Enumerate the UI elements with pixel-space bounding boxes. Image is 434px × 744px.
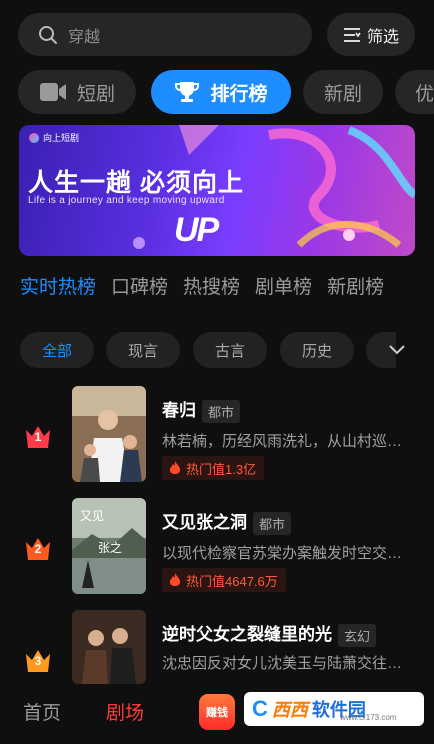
drama-description: 以现代检察官苏棠办案触发时空交… bbox=[162, 545, 403, 562]
svg-text:张之: 张之 bbox=[98, 541, 122, 555]
banner-headline: 人生一趟 必须向上 bbox=[28, 169, 244, 197]
chevron-down-icon[interactable] bbox=[382, 336, 412, 364]
rank-number: 1 bbox=[34, 430, 42, 444]
rank-tabs: 实时热榜 口碑榜 热搜榜 剧单榜 新剧榜 bbox=[20, 272, 399, 299]
watermark-c-icon: C bbox=[252, 696, 268, 721]
nav-earn-button[interactable]: 赚钱 bbox=[199, 694, 235, 730]
tab-playlist[interactable]: 剧单榜 bbox=[255, 272, 312, 299]
drama-title: 春归 都市 bbox=[162, 396, 241, 424]
poster-image bbox=[72, 386, 146, 482]
tab-hot-search[interactable]: 热搜榜 bbox=[183, 272, 240, 299]
category-ranking[interactable]: 排行榜 bbox=[151, 70, 291, 114]
category-more[interactable]: 优 bbox=[395, 70, 434, 114]
drama-description: 林若楠，历经风雨洗礼，从山村巡… bbox=[162, 433, 403, 450]
banner-logo: UP bbox=[174, 211, 219, 249]
category-new-drama[interactable]: 新剧 bbox=[303, 70, 383, 114]
drama-title: 逆时父女之裂缝里的光 玄幻 bbox=[162, 620, 377, 648]
chip-all[interactable]: 全部 bbox=[20, 332, 94, 368]
list-item[interactable]: 1 春归 都市 林若楠，历经风雨洗礼，从山村巡… 热门值1.3亿 bbox=[0, 386, 434, 486]
hot-value-badge: 热门值1.3亿 bbox=[162, 456, 265, 480]
chip-modern-romance[interactable]: 现言 bbox=[106, 332, 180, 368]
tab-reputation[interactable]: 口碑榜 bbox=[111, 272, 168, 299]
rank-number: 3 bbox=[34, 654, 42, 668]
drama-title: 又见张之洞 都市 bbox=[162, 508, 292, 536]
svg-text:又见: 又见 bbox=[80, 509, 104, 523]
genre-tag: 都市 bbox=[253, 512, 292, 536]
tab-realtime-hot[interactable]: 实时热榜 bbox=[20, 272, 96, 299]
banner-subline: Life is a journey and keep moving upward bbox=[28, 195, 225, 206]
flame-icon bbox=[169, 573, 181, 586]
genre-tag: 都市 bbox=[202, 400, 241, 424]
rank-number: 2 bbox=[34, 542, 42, 556]
poster-image bbox=[72, 610, 146, 684]
search-icon bbox=[39, 25, 57, 44]
video-camera-icon bbox=[39, 83, 66, 101]
chip-ancient-romance[interactable]: 古言 bbox=[193, 332, 267, 368]
drama-description: 沈忠因反对女儿沈美玉与陆萧交往… bbox=[162, 655, 403, 672]
list-item[interactable]: 2 又见 张之 又见张之洞 都市 以现代检察官苏棠办案触发时空交… 热门值4647… bbox=[0, 498, 434, 598]
filter-icon bbox=[343, 27, 361, 42]
promo-banner[interactable]: 向上短剧 人生一趟 必须向上 Life is a journey and kee… bbox=[19, 125, 415, 256]
hot-value-badge: 热门值4647.6万 bbox=[162, 568, 286, 592]
poster-image: 又见 张之 bbox=[72, 498, 146, 594]
tab-new-drama[interactable]: 新剧榜 bbox=[327, 272, 384, 299]
flame-icon bbox=[169, 461, 181, 474]
category-label: 排行榜 bbox=[210, 83, 268, 105]
banner-brand: 向上短剧 bbox=[29, 131, 79, 144]
nav-home[interactable]: 首页 bbox=[23, 698, 61, 725]
category-label: 新剧 bbox=[323, 83, 362, 105]
search-bar[interactable]: 穿越 bbox=[18, 13, 312, 56]
category-short-drama[interactable]: 短剧 bbox=[18, 70, 136, 114]
bottom-nav: 首页 剧场 赚钱 C 西西 软件园 www.cr173.com bbox=[0, 684, 434, 744]
filter-label: 筛选 bbox=[366, 28, 399, 46]
genre-tag: 玄幻 bbox=[338, 624, 377, 648]
search-placeholder: 穿越 bbox=[68, 28, 101, 46]
chip-history[interactable]: 历史 bbox=[280, 332, 354, 368]
category-label: 短剧 bbox=[76, 83, 115, 105]
nav-theater[interactable]: 剧场 bbox=[106, 698, 144, 725]
watermark-logo: C 西西 软件园 www.cr173.com bbox=[244, 692, 424, 726]
trophy-icon bbox=[175, 82, 200, 102]
brand-logo-icon bbox=[29, 132, 39, 143]
filter-button[interactable]: 筛选 bbox=[327, 13, 415, 56]
category-label: 优 bbox=[415, 83, 434, 105]
